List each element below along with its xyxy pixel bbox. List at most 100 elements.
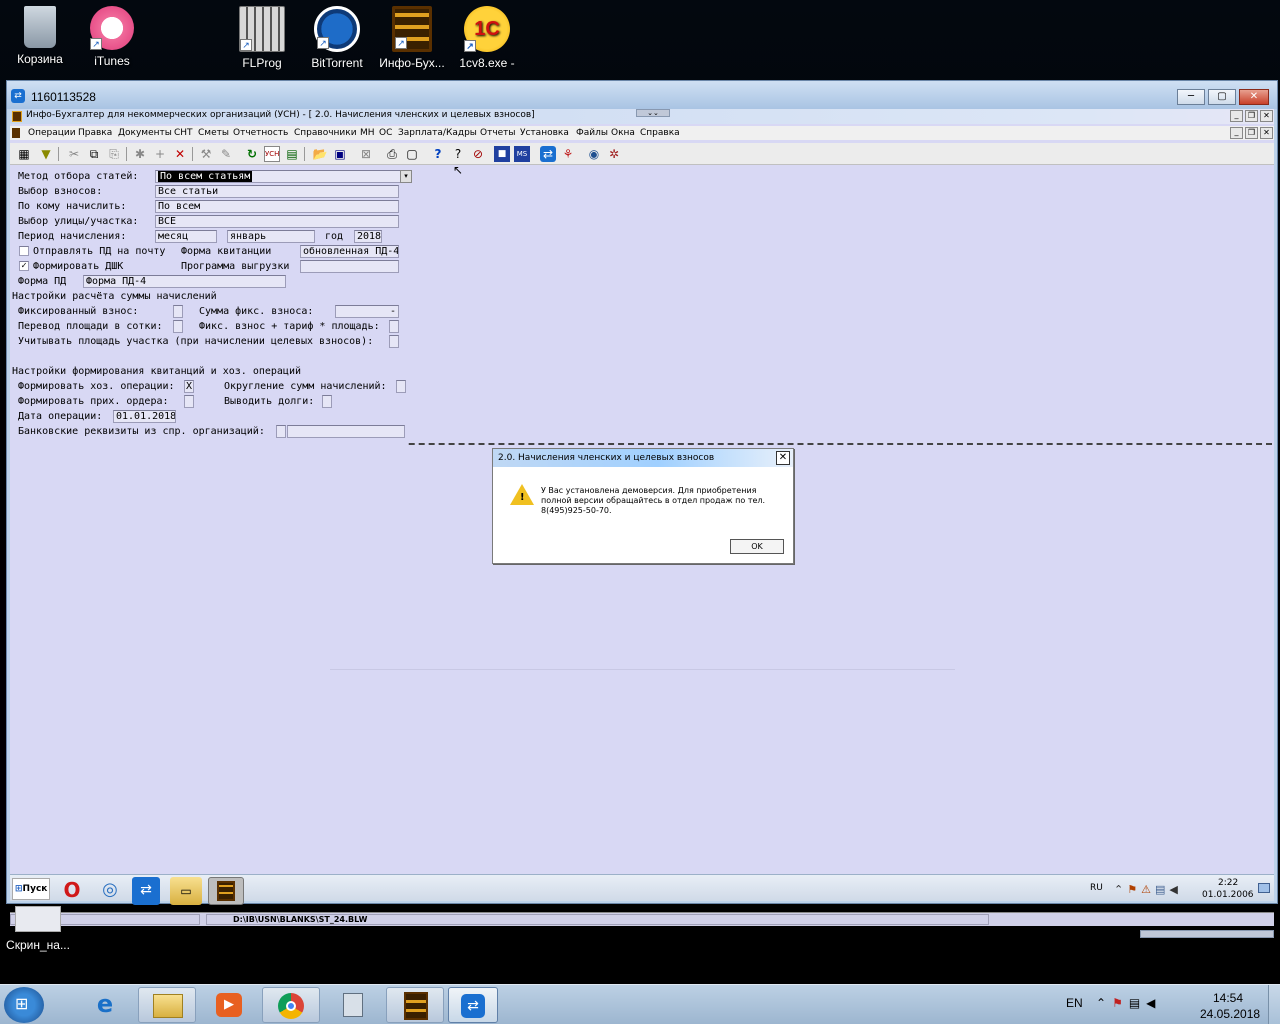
remote-show-desktop[interactable] bbox=[1258, 883, 1270, 893]
remote-window-titlebar[interactable]: ⇄ 1160113528 ─ ▢ ✕ bbox=[7, 81, 1277, 109]
remote-teamviewer-button[interactable]: ⇄ bbox=[132, 877, 160, 905]
street-field[interactable]: ВСЕ bbox=[155, 215, 399, 228]
compass-icon[interactable]: ⊘ bbox=[470, 146, 486, 162]
taskbar-chrome-button[interactable] bbox=[262, 987, 320, 1023]
filter-icon[interactable]: ▼ bbox=[38, 146, 54, 162]
taskbar-teamviewer-button[interactable]: ⇄ bbox=[448, 987, 498, 1023]
action-center-icon[interactable]: ⚑ bbox=[1112, 996, 1129, 1010]
pd-form-field[interactable]: Форма ПД-4 bbox=[83, 275, 286, 288]
menu-item-4[interactable]: Сметы bbox=[198, 127, 229, 139]
refresh-icon[interactable]: ↻ bbox=[244, 146, 260, 162]
remote-explorer-button[interactable]: ▭ bbox=[170, 877, 202, 905]
mdi-close-button[interactable]: ✕ bbox=[1260, 110, 1273, 122]
teamviewer-tool-icon[interactable]: ⇄ bbox=[540, 146, 556, 162]
menu-item-3[interactable]: СНТ bbox=[174, 127, 193, 139]
delete-icon[interactable]: ✕ bbox=[172, 146, 188, 162]
export-field[interactable] bbox=[300, 260, 399, 273]
remote-opera-button[interactable]: O bbox=[58, 877, 86, 905]
network-icon[interactable]: ✲ bbox=[606, 146, 622, 162]
tray-network-icon[interactable]: ▤ bbox=[1155, 883, 1169, 896]
receipt-form-field[interactable]: обновленная ПД-4 bbox=[300, 245, 399, 258]
taskbar-explorer-button[interactable] bbox=[138, 987, 196, 1023]
lang-indicator[interactable]: EN bbox=[1066, 996, 1083, 1010]
menu-item-1[interactable]: Правка bbox=[78, 127, 112, 139]
taskbar-media-button[interactable]: ▶ bbox=[200, 987, 258, 1023]
hoz-ops-checkbox[interactable]: Х bbox=[184, 380, 194, 393]
contrib-field[interactable]: Все статьи bbox=[155, 185, 399, 198]
settings-icon[interactable]: ✱ bbox=[132, 146, 148, 162]
fixed-sum-field[interactable]: - bbox=[335, 305, 399, 318]
ms-icon[interactable]: MS bbox=[514, 146, 530, 162]
remote-close-button[interactable]: ✕ bbox=[1239, 89, 1269, 105]
desktop-icon-recycle-bin[interactable]: Корзина bbox=[0, 6, 80, 66]
method-select[interactable]: По всем статьям bbox=[155, 170, 410, 183]
close-doc-icon[interactable]: ⊠ bbox=[358, 146, 374, 162]
usn-report-icon[interactable]: УСН bbox=[264, 146, 280, 162]
preview-icon[interactable]: ▢ bbox=[404, 146, 420, 162]
menu-item-0[interactable]: Операции bbox=[28, 127, 76, 139]
child-minimize-button[interactable]: _ bbox=[1230, 127, 1243, 139]
remote-start-button[interactable]: ⊞Пуск bbox=[12, 878, 50, 900]
show-hidden-icons[interactable]: ⌃ bbox=[1096, 996, 1112, 1010]
mdi-minimize-button[interactable]: _ bbox=[1230, 110, 1243, 122]
method-dropdown-arrow[interactable]: ▾ bbox=[400, 170, 412, 183]
remote-taskbar-toggle[interactable] bbox=[1140, 930, 1274, 938]
dialog-close-button[interactable]: ✕ bbox=[776, 451, 790, 465]
menu-item-5[interactable]: Отчетность bbox=[233, 127, 288, 139]
taskbar-ie-button[interactable]: e bbox=[76, 987, 134, 1023]
remote-infobuh-button[interactable] bbox=[208, 877, 244, 905]
menu-item-6[interactable]: Справочники bbox=[294, 127, 357, 139]
desktop-icon-bittorrent[interactable]: ↗ BitTorrent bbox=[297, 6, 377, 70]
remote-toolbar-toggle[interactable]: ⌄⌄ bbox=[636, 109, 670, 117]
remote-clock-date[interactable]: 01.01.2006 bbox=[1202, 890, 1254, 900]
help-icon[interactable]: ? bbox=[430, 146, 446, 162]
bank-checkbox[interactable] bbox=[276, 425, 286, 438]
mdi-restore-button[interactable]: ❐ bbox=[1245, 110, 1258, 122]
taskbar-infobuh-button[interactable] bbox=[386, 987, 444, 1023]
web-icon[interactable]: ◉ bbox=[586, 146, 602, 162]
remote-lang-indicator[interactable]: RU bbox=[1090, 883, 1103, 893]
menu-item-7[interactable]: МН bbox=[360, 127, 375, 139]
remote-minimize-button[interactable]: ─ bbox=[1177, 89, 1205, 105]
dshk-checkbox[interactable]: ✓ bbox=[19, 261, 29, 271]
menu-item-13[interactable]: Окна bbox=[611, 127, 635, 139]
clock-time[interactable]: 14:54 bbox=[1213, 991, 1243, 1005]
print-icon[interactable]: ⎙ bbox=[384, 146, 400, 162]
paste-icon[interactable]: ⎘ bbox=[106, 146, 122, 162]
cut-icon[interactable]: ✂ bbox=[66, 146, 82, 162]
op-date-field[interactable]: 01.01.2018 bbox=[113, 410, 176, 423]
area-checkbox[interactable] bbox=[173, 320, 183, 333]
form-icon[interactable]: ▦ bbox=[16, 146, 32, 162]
clock-date[interactable]: 24.05.2018 bbox=[1200, 1007, 1260, 1021]
remote-media-button[interactable]: ◎ bbox=[96, 877, 124, 905]
menu-item-14[interactable]: Справка bbox=[640, 127, 680, 139]
menu-item-11[interactable]: Установка bbox=[520, 127, 569, 139]
volume-tray-icon[interactable]: ◀ bbox=[1146, 996, 1161, 1010]
period-month-field[interactable]: январь bbox=[227, 230, 315, 243]
area-targets-checkbox[interactable] bbox=[389, 335, 399, 348]
menu-item-2[interactable]: Документы bbox=[118, 127, 172, 139]
save-icon[interactable]: ▣ bbox=[332, 146, 348, 162]
period-unit-field[interactable]: месяц bbox=[155, 230, 217, 243]
context-help-icon[interactable]: ?↖ bbox=[450, 146, 466, 177]
menu-item-9[interactable]: Зарплата/Кадры bbox=[398, 127, 477, 139]
dialog-titlebar[interactable]: 2.0. Начисления членских и целевых взнос… bbox=[493, 449, 793, 467]
desktop-icon-1cv8[interactable]: 1C ↗ 1cv8.exe - bbox=[447, 6, 527, 70]
module-icon[interactable]: ■ bbox=[494, 146, 510, 162]
support-icon[interactable]: ⚘ bbox=[560, 146, 576, 162]
remote-maximize-button[interactable]: ▢ bbox=[1208, 89, 1236, 105]
show-desktop-button[interactable] bbox=[1268, 985, 1280, 1024]
year-field[interactable]: 2018 bbox=[354, 230, 382, 243]
desktop-icon-itunes[interactable]: ↗ iTunes bbox=[72, 6, 152, 68]
copy-icon[interactable]: ⧉ bbox=[86, 146, 102, 162]
desktop-icon-screenshot[interactable]: Скрин_на... bbox=[0, 906, 76, 952]
app-titlebar[interactable]: Инфо-Бухгалтер для некоммерческих органи… bbox=[10, 109, 1274, 124]
menu-item-10[interactable]: Отчеты bbox=[480, 127, 516, 139]
add-icon[interactable]: + bbox=[152, 146, 168, 162]
fixed-checkbox[interactable] bbox=[173, 305, 183, 318]
brush-icon[interactable]: ✎ bbox=[218, 146, 234, 162]
child-restore-button[interactable]: ❐ bbox=[1245, 127, 1258, 139]
debts-checkbox[interactable] bbox=[322, 395, 332, 408]
taskbar-calculator-button[interactable] bbox=[324, 987, 382, 1023]
whom-field[interactable]: По всем bbox=[155, 200, 399, 213]
